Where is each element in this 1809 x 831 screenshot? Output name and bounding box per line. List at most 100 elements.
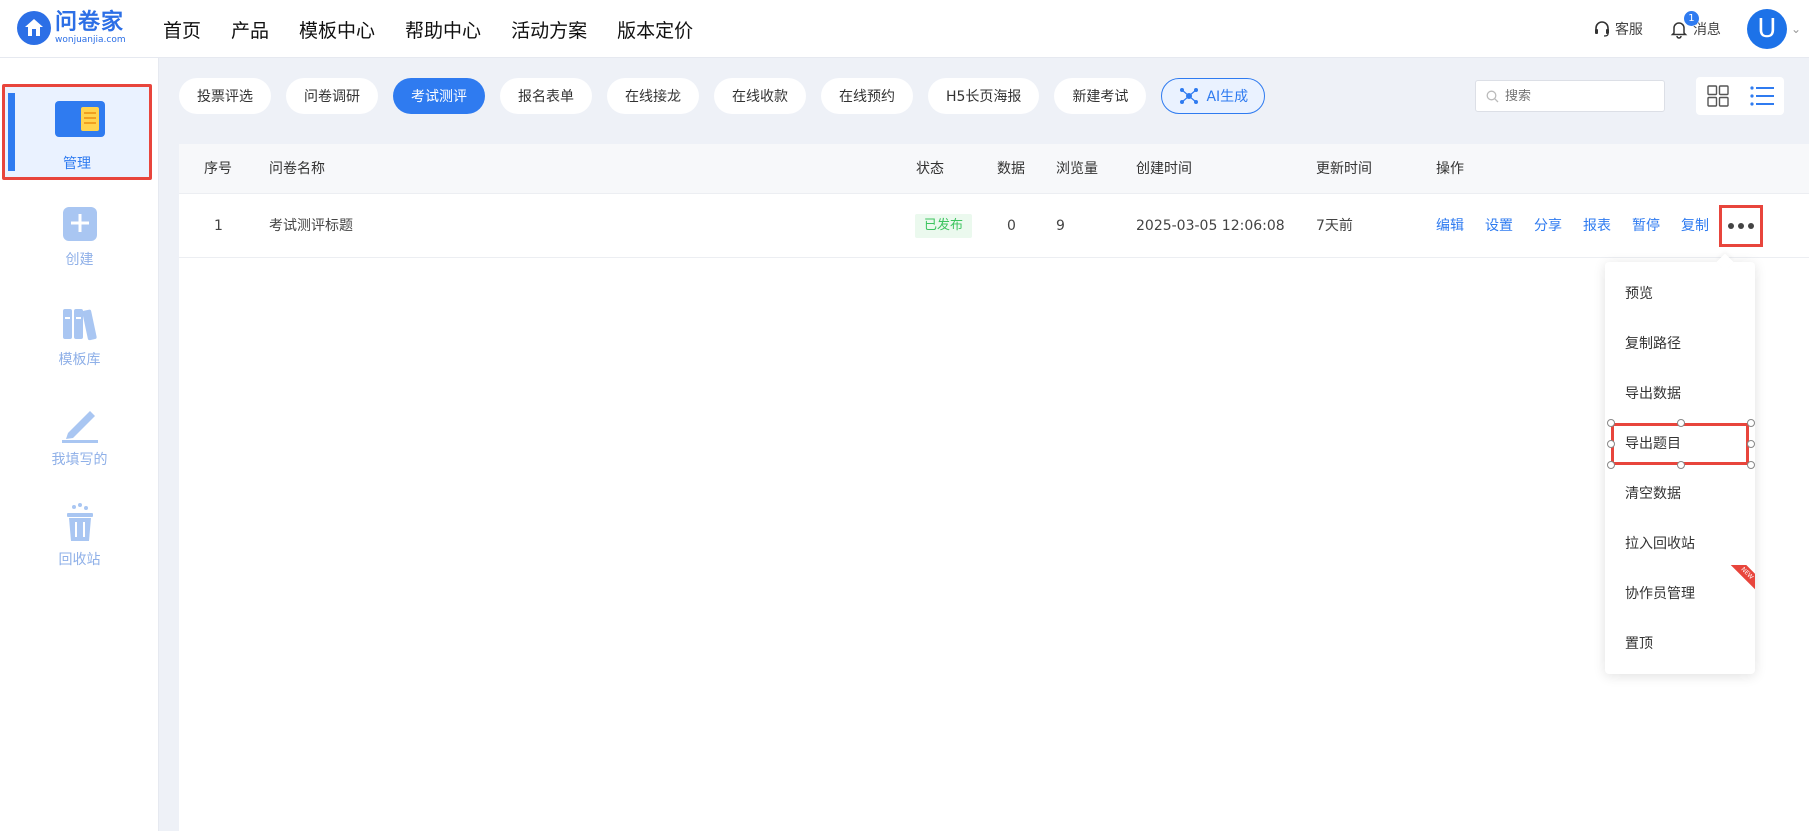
resize-handle [1607, 461, 1615, 469]
menu-item-pin-top[interactable]: 置顶 [1605, 619, 1755, 669]
main-nav: 首页 产品 模板中心 帮助中心 活动方案 版本定价 [163, 0, 723, 58]
brand-logo[interactable]: 问卷家 wonjuanjia.com [17, 11, 126, 45]
manage-icon [55, 99, 105, 143]
pause-button[interactable]: 暂停 [1632, 194, 1660, 258]
tab-survey[interactable]: 问卷调研 [286, 78, 378, 114]
headset-icon [1594, 21, 1609, 37]
nav-pricing[interactable]: 版本定价 [617, 16, 693, 43]
menu-item-move-to-trash[interactable]: 拉入回收站 [1605, 519, 1755, 569]
row-updated-time: 7天前 [1316, 218, 1353, 234]
category-tabs: 投票评选 问卷调研 考试测评 报名表单 在线接龙 在线收款 在线预约 H5长页海… [179, 78, 1280, 114]
column-header-status: 状态 [916, 161, 944, 177]
column-header-updated: 更新时间 [1316, 161, 1372, 177]
tab-exam[interactable]: 考试测评 [393, 78, 485, 114]
ai-generate-button[interactable]: AI生成 [1161, 78, 1266, 114]
table-row: 1 考试测评标题 已发布 0 9 2025-03-05 12:06:08 7天前… [179, 194, 1809, 258]
menu-item-export-data[interactable]: 导出数据 [1605, 369, 1755, 419]
more-dot-icon [1738, 223, 1744, 229]
column-header-views: 浏览量 [1056, 161, 1098, 177]
table-header: 序号 问卷名称 状态 数据 浏览量 创建时间 更新时间 操作 [179, 144, 1809, 194]
header-actions: 客服 1 消息 U ⌄ [1593, 0, 1809, 58]
trash-icon [60, 503, 100, 543]
resize-handle [1677, 419, 1685, 427]
nav-activity-plans[interactable]: 活动方案 [511, 16, 587, 43]
customer-service-button[interactable]: 客服 [1593, 19, 1643, 39]
nav-help-center[interactable]: 帮助中心 [405, 16, 481, 43]
tab-booking[interactable]: 在线预约 [821, 78, 913, 114]
search-input[interactable] [1505, 88, 1655, 104]
row-data-count: 0 [1007, 218, 1016, 234]
resize-handle [1607, 419, 1615, 427]
sidebar-item-label: 管理 [63, 156, 91, 172]
menu-item-preview[interactable]: 预览 [1605, 269, 1755, 319]
resize-handle [1747, 440, 1755, 448]
column-header-operations: 操作 [1436, 161, 1464, 177]
top-navigation-bar: 问卷家 wonjuanjia.com 首页 产品 模板中心 帮助中心 活动方案 … [0, 0, 1809, 58]
nav-products[interactable]: 产品 [231, 16, 269, 43]
new-ribbon-badge: NEW [1729, 565, 1755, 591]
menu-item-copy-path[interactable]: 复制路径 [1605, 319, 1755, 369]
tab-vote[interactable]: 投票评选 [179, 78, 271, 114]
sidebar-item-manage[interactable]: 管理 [2, 84, 152, 180]
row-survey-name[interactable]: 考试测评标题 [269, 194, 353, 258]
row-created-time: 2025-03-05 12:06:08 [1136, 218, 1285, 234]
ai-sparkle-icon [1180, 88, 1199, 104]
sidebar: 管理 创建 模板库 我填写的 回收站 [0, 58, 159, 831]
resize-handle [1607, 440, 1615, 448]
pen-icon [60, 403, 100, 443]
share-button[interactable]: 分享 [1534, 194, 1562, 258]
resize-handle [1747, 419, 1755, 427]
search-box[interactable] [1475, 80, 1665, 112]
tab-new-exam[interactable]: 新建考试 [1054, 78, 1147, 114]
message-count-badge: 1 [1683, 11, 1699, 26]
template-library-icon [60, 303, 100, 343]
resize-handle [1747, 461, 1755, 469]
search-icon [1486, 90, 1499, 102]
nav-home[interactable]: 首页 [163, 16, 201, 43]
copy-button[interactable]: 复制 [1681, 194, 1709, 258]
chevron-down-icon[interactable]: ⌄ [1791, 22, 1801, 36]
sidebar-item-create[interactable]: 创建 [0, 203, 159, 269]
more-dot-icon [1748, 223, 1754, 229]
logo-house-icon [17, 11, 51, 45]
more-options-dropdown: 预览 复制路径 导出数据 导出题目 清空数据 拉入回收站 协作员管理 置顶 NE… [1605, 253, 1755, 674]
ai-generate-label: AI生成 [1206, 89, 1249, 105]
grid-view-button[interactable] [1696, 77, 1740, 115]
tab-relay[interactable]: 在线接龙 [607, 78, 699, 114]
survey-table-panel: 序号 问卷名称 状态 数据 浏览量 创建时间 更新时间 操作 1 考试测评标题 … [179, 144, 1809, 831]
grid-icon [1707, 85, 1729, 107]
more-dot-icon [1728, 223, 1734, 229]
user-avatar[interactable]: U [1746, 9, 1787, 49]
sidebar-item-filled[interactable]: 我填写的 [0, 403, 159, 469]
logo-text-en: wonjuanjia.com [55, 34, 126, 45]
column-header-created: 创建时间 [1136, 161, 1192, 177]
nav-template-center[interactable]: 模板中心 [299, 16, 375, 43]
column-header-index: 序号 [204, 161, 232, 177]
edit-button[interactable]: 编辑 [1436, 194, 1464, 258]
report-button[interactable]: 报表 [1583, 194, 1611, 258]
sidebar-item-template-library[interactable]: 模板库 [0, 303, 159, 369]
column-header-name: 问卷名称 [269, 161, 325, 177]
selection-highlight-box [1611, 423, 1749, 465]
column-header-data: 数据 [997, 161, 1025, 177]
list-view-button[interactable] [1740, 77, 1784, 115]
sidebar-item-label: 创建 [65, 252, 94, 268]
list-icon [1750, 86, 1774, 106]
logo-text-cn: 问卷家 [55, 9, 125, 35]
customer-service-label: 客服 [1614, 22, 1643, 38]
tab-payment[interactable]: 在线收款 [714, 78, 806, 114]
settings-button[interactable]: 设置 [1485, 194, 1513, 258]
tab-registration[interactable]: 报名表单 [500, 78, 592, 114]
row-view-count: 9 [1056, 218, 1065, 234]
new-ribbon-label: NEW [1729, 565, 1755, 591]
more-options-button[interactable] [1719, 205, 1763, 247]
create-icon [60, 203, 100, 243]
resize-handle [1677, 461, 1685, 469]
view-toggle [1696, 77, 1784, 115]
messages-button[interactable]: 1 消息 [1669, 11, 1721, 39]
sidebar-item-recycle-bin[interactable]: 回收站 [0, 503, 159, 569]
sidebar-item-label: 我填写的 [51, 452, 108, 468]
sidebar-item-label: 模板库 [58, 352, 101, 368]
tab-h5-poster[interactable]: H5长页海报 [928, 78, 1040, 114]
menu-item-clear-data[interactable]: 清空数据 [1605, 469, 1755, 519]
